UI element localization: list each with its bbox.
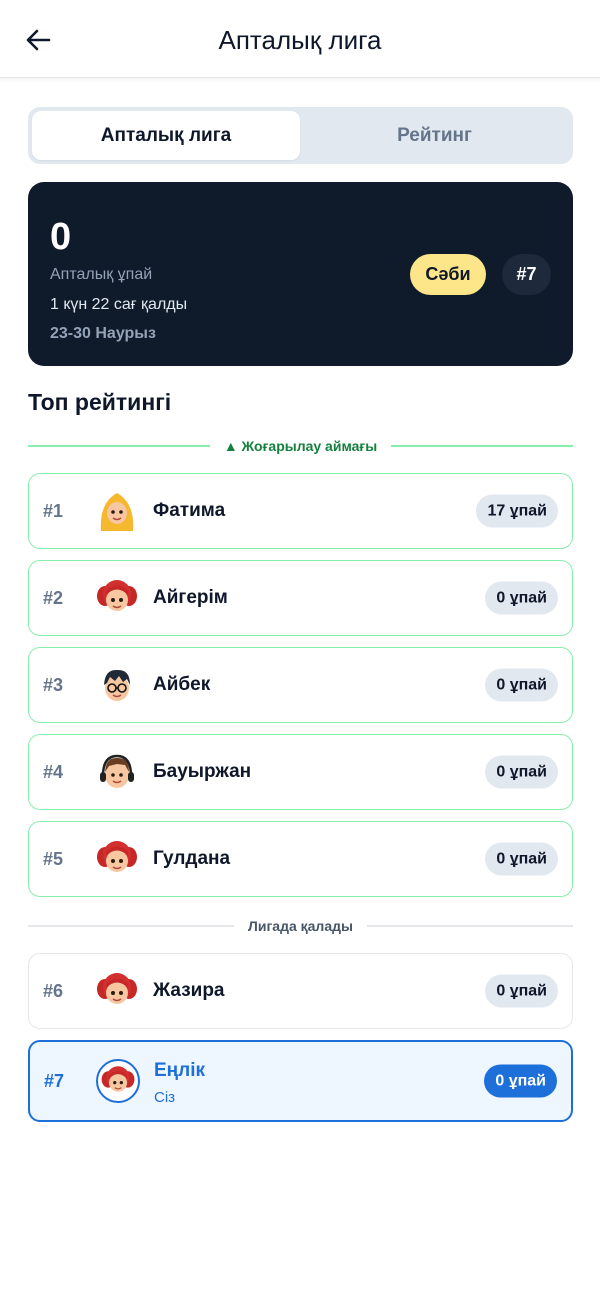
row-rank: #4 bbox=[43, 761, 64, 782]
league-tabs: Апталық лига Рейтинг bbox=[28, 107, 573, 164]
app-header: Апталық лига bbox=[0, 0, 600, 78]
weekly-points-value: 0 bbox=[50, 216, 72, 258]
row-name: Гулдана bbox=[153, 848, 231, 869]
points-badge: 0 ұпай bbox=[485, 842, 558, 876]
row-name: Бауыржан bbox=[153, 761, 252, 782]
row-rank: #5 bbox=[43, 848, 64, 869]
leaderboard-row[interactable]: #4 Бауыржан 0 ұпай bbox=[28, 734, 573, 810]
points-badge: 0 ұпай bbox=[484, 1064, 557, 1098]
row-rank: #2 bbox=[43, 587, 64, 608]
girl-hijab-avatar bbox=[100, 493, 134, 531]
stay-zone-label: Лигада қалады bbox=[248, 918, 353, 934]
girl-red-hair-avatar bbox=[96, 1059, 140, 1103]
row-rank: #1 bbox=[43, 500, 64, 521]
points-badge: 0 ұпай bbox=[485, 668, 558, 702]
girl-red-hair-avatar bbox=[96, 840, 138, 873]
time-remaining: 1 күн 22 сағ қалды bbox=[50, 296, 188, 313]
row-rank: #3 bbox=[43, 674, 64, 695]
leaderboard-row[interactable]: #1 Фатима 17 ұпай bbox=[28, 473, 573, 549]
points-badge: 0 ұпай bbox=[485, 581, 558, 615]
boy-headphones-avatar bbox=[100, 754, 134, 788]
tab-weekly-league[interactable]: Апталық лига bbox=[32, 111, 300, 160]
promotion-zone-label: ▲ Жоғарылау аймағы bbox=[223, 438, 378, 454]
tab-rating[interactable]: Рейтинг bbox=[300, 111, 569, 160]
leaderboard-row[interactable]: #5 Гулдана 0 ұпай bbox=[28, 821, 573, 897]
league-badge: Сәби bbox=[410, 254, 486, 295]
leaderboard-row[interactable]: #3 Айбек 0 ұпай bbox=[28, 647, 573, 723]
row-name: Айбек bbox=[153, 674, 211, 695]
leaderboard-row[interactable]: #2 Айгерім 0 ұпай bbox=[28, 560, 573, 636]
row-name: Жазира bbox=[153, 980, 225, 1001]
row-rank: #7 bbox=[44, 1070, 65, 1091]
you-label: Сіз bbox=[154, 1089, 176, 1106]
points-badge: 0 ұпай bbox=[485, 755, 558, 789]
current-user-row[interactable]: #7 Еңлік Сіз 0 ұпай bbox=[28, 1040, 573, 1122]
points-badge: 0 ұпай bbox=[485, 974, 558, 1008]
points-badge: 17 ұпай bbox=[476, 494, 558, 528]
row-rank: #6 bbox=[43, 980, 64, 1001]
leaderboard-row[interactable]: #6 Жазира 0 ұпай bbox=[28, 953, 573, 1029]
girl-red-hair-avatar bbox=[96, 972, 138, 1005]
weekly-stats-card: 0 Апталық ұпай 1 күн 22 сағ қалды 23-30 … bbox=[28, 182, 573, 366]
rank-badge: #7 bbox=[502, 254, 551, 295]
row-name: Фатима bbox=[153, 500, 226, 521]
row-name: Айгерім bbox=[153, 587, 228, 608]
section-title: Топ рейтингі bbox=[28, 389, 172, 415]
stay-zone-divider: Лигада қалады bbox=[28, 914, 573, 938]
girl-red-hair-avatar bbox=[96, 579, 138, 612]
page-title: Апталық лига bbox=[218, 25, 382, 55]
boy-glasses-avatar bbox=[104, 669, 130, 701]
weekly-points-label: Апталық ұпай bbox=[50, 266, 153, 283]
row-name: Еңлік bbox=[154, 1060, 206, 1081]
week-dates: 23-30 Наурыз bbox=[50, 325, 156, 342]
promotion-zone-divider: ▲ Жоғарылау аймағы bbox=[28, 434, 574, 458]
